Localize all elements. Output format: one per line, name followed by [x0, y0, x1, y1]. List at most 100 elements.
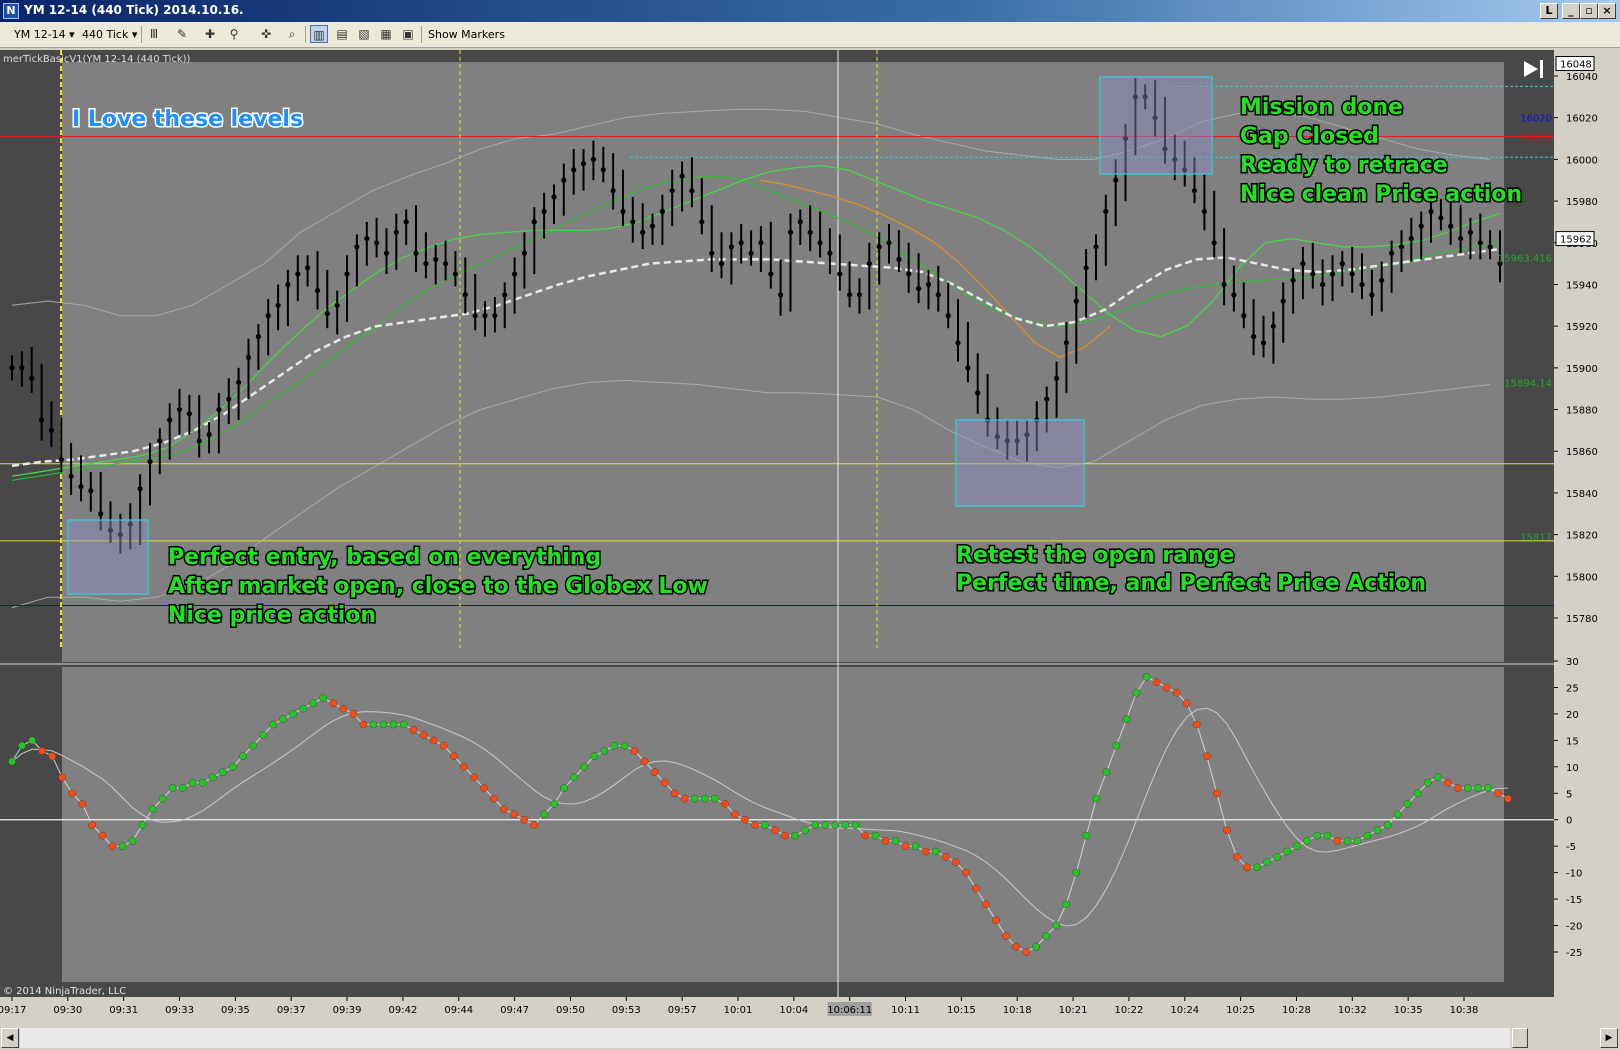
- osc-dot-up: [279, 715, 287, 724]
- osc-dot-down: [429, 736, 438, 745]
- scrollbar-track[interactable]: [20, 1028, 1510, 1048]
- price-close-dot: [1103, 208, 1109, 215]
- price-close-dot: [797, 219, 803, 225]
- osc-dot-up: [560, 784, 569, 792]
- osc-dot-up: [1433, 773, 1442, 782]
- osc-dot-down: [1182, 699, 1191, 708]
- price-close-dot: [935, 292, 941, 298]
- love-levels-annotation: I Love these levels: [72, 107, 303, 132]
- osc-dot-down: [1504, 794, 1512, 803]
- price-close-dot: [305, 265, 311, 271]
- osc-dot-down: [1162, 683, 1171, 692]
- line-chart-icon[interactable]: ▧: [355, 25, 373, 43]
- osc-dot-up: [229, 762, 237, 771]
- osc-dot-down: [98, 831, 107, 840]
- price-close-dot: [975, 390, 981, 396]
- osc-dot-down: [640, 757, 649, 766]
- price-close-dot: [1251, 334, 1257, 340]
- gap-close-box: [1099, 76, 1213, 175]
- close-button[interactable]: ×: [1598, 3, 1616, 19]
- price-close-dot: [1270, 323, 1276, 329]
- osc-dot-up: [399, 720, 408, 729]
- price-close-dot: [255, 334, 261, 340]
- time-tick-label: 10:24: [1170, 1005, 1199, 1016]
- osc-dot-up: [369, 720, 378, 729]
- price-close-dot: [1438, 215, 1444, 221]
- osc-dot-down: [339, 704, 348, 713]
- price-close-dot: [965, 365, 971, 371]
- price-close-dot: [817, 240, 823, 246]
- price-close-dot: [1063, 340, 1069, 346]
- level-marker-label: 15963.416: [1498, 253, 1552, 264]
- osc-dot-down: [78, 800, 87, 808]
- bar-style-icon[interactable]: Ⅲ: [145, 25, 163, 43]
- entry-annotation-line: Perfect entry, based on everything: [168, 545, 601, 570]
- scroll-right-button[interactable]: ▶: [1600, 1028, 1618, 1048]
- crosshair-icon[interactable]: ✜: [257, 25, 275, 43]
- chart-area[interactable]: 1604016020160001598015960159401592015900…: [0, 50, 1620, 1025]
- candlestick-icon[interactable]: ▤: [333, 25, 351, 43]
- price-close-dot: [610, 188, 616, 194]
- osc-dot-up: [1273, 852, 1281, 861]
- price-close-dot: [452, 271, 458, 277]
- entry-annotation-line: After market open, close to the Globex L…: [168, 574, 708, 599]
- osc-dot-down: [439, 741, 448, 750]
- price-close-dot: [383, 250, 390, 256]
- template-icon[interactable]: ▦: [377, 25, 395, 43]
- osc-dot-down: [1453, 784, 1462, 792]
- price-close-dot: [98, 511, 104, 517]
- osc-dot-down: [470, 773, 478, 782]
- restore-button[interactable]: ▫: [1580, 3, 1598, 19]
- price-tick-label: 15800: [1566, 572, 1598, 583]
- time-tick-label: 10:28: [1282, 1005, 1311, 1016]
- horizontal-scrollbar[interactable]: ◀ ▶: [0, 1026, 1620, 1050]
- price-tick-label: 15840: [1566, 489, 1598, 500]
- price-close-dot: [699, 219, 705, 225]
- ohlc-chart-icon[interactable]: ▥: [310, 25, 328, 43]
- level-marker-label: 16011: [1520, 132, 1552, 143]
- show-markers-button[interactable]: Show Markers: [428, 25, 518, 44]
- price-close-dot: [758, 240, 764, 246]
- price-close-dot: [472, 313, 478, 319]
- price-close-dot: [502, 292, 508, 298]
- instrument-dropdown[interactable]: YM 12-14 ▾: [14, 25, 78, 44]
- crosshair-pointer-icon[interactable]: ✚: [201, 25, 219, 43]
- price-close-dot: [167, 417, 173, 423]
- osc-dot-down: [459, 762, 468, 771]
- price-close-dot: [689, 188, 695, 194]
- osc-dot-up: [1052, 921, 1061, 930]
- price-close-dot: [718, 261, 725, 267]
- price-close-dot: [19, 365, 25, 371]
- price-close-dot: [314, 288, 321, 294]
- osc-dot-up: [801, 826, 810, 835]
- osc-dot-down: [1012, 942, 1020, 951]
- window-title: YM 12-14 (440 Tick) 2014.10.16.: [24, 3, 244, 17]
- time-tick-label: 09:30: [53, 1005, 82, 1016]
- osc-dot-up: [128, 837, 137, 845]
- price-close-dot: [206, 432, 212, 438]
- price-close-dot: [137, 486, 143, 492]
- zoom-icon[interactable]: ⚲: [225, 25, 243, 43]
- price-close-dot: [876, 244, 882, 250]
- osc-dot-down: [359, 720, 368, 729]
- price-close-dot: [9, 365, 15, 371]
- price-tick-label: 16040: [1566, 72, 1598, 83]
- minimize-button[interactable]: _: [1562, 3, 1580, 19]
- link-button[interactable]: L: [1540, 3, 1558, 19]
- osc-tick-label: 5: [1566, 789, 1572, 800]
- scrollbar-thumb[interactable]: [1512, 1028, 1528, 1048]
- price-close-dot: [541, 208, 547, 215]
- price-close-dot: [68, 473, 74, 479]
- magnify-icon[interactable]: ⌕: [283, 25, 301, 43]
- time-tick-label: 09:47: [500, 1005, 529, 1016]
- scroll-left-button[interactable]: ◀: [1, 1028, 19, 1048]
- price-close-dot: [649, 223, 656, 229]
- price-close-dot: [1201, 208, 1207, 215]
- osc-dot-down: [1333, 837, 1342, 845]
- chart-svg[interactable]: 1604016020160001598015960159401592015900…: [0, 50, 1620, 1025]
- chevron-down-icon: ▾: [131, 28, 138, 41]
- drawing-tool-icon[interactable]: ✎: [173, 25, 191, 43]
- interval-dropdown[interactable]: 440 Tick ▾: [82, 25, 138, 44]
- properties-icon[interactable]: ▣: [399, 25, 417, 43]
- osc-dot-up: [269, 720, 277, 729]
